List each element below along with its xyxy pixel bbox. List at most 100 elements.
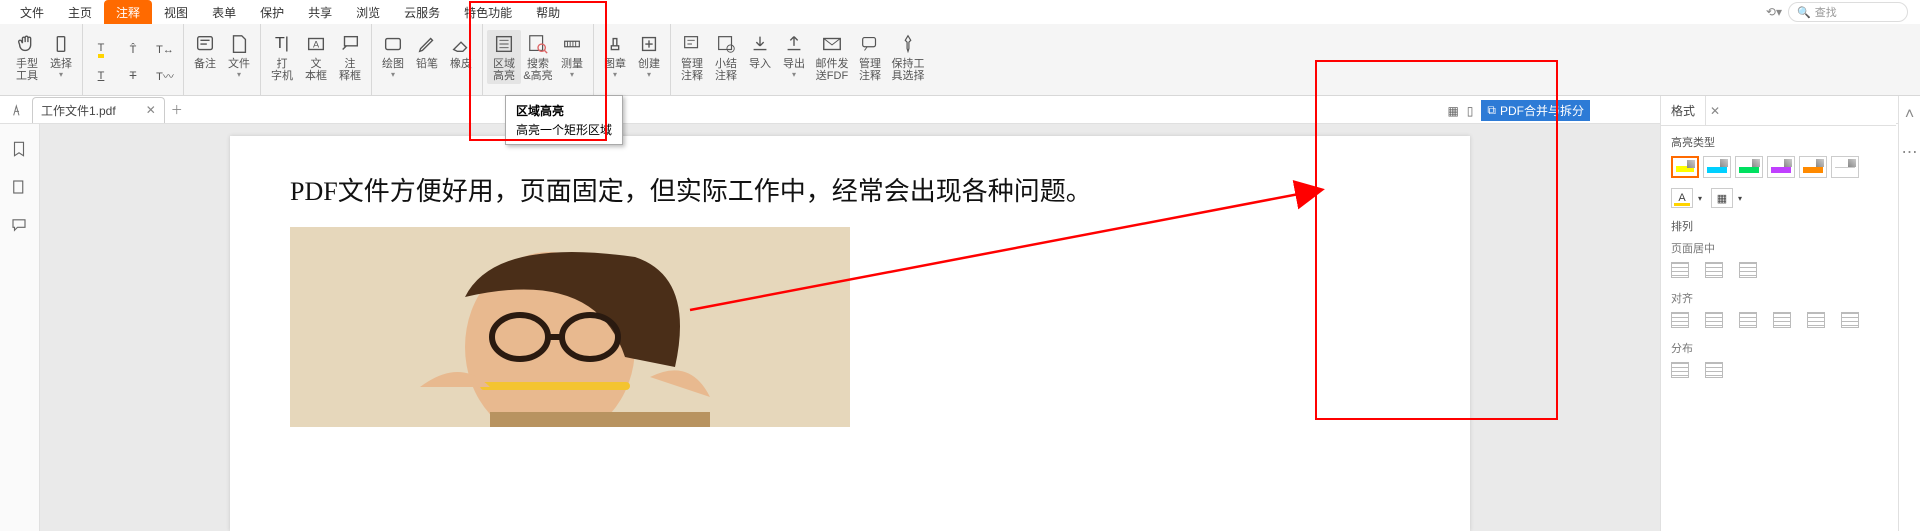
chevron-down-icon: ▾ [792, 70, 796, 79]
align-center-button[interactable] [1705, 312, 1723, 328]
textbox-button[interactable]: A 文 本框 [299, 30, 333, 84]
close-tab-icon[interactable]: ✕ [146, 103, 156, 117]
stamp-icon [603, 32, 627, 56]
align-bottom-button[interactable] [1841, 312, 1859, 328]
highlight-text-button[interactable]: T [87, 39, 115, 61]
mail-icon [820, 32, 844, 56]
menu-home[interactable]: 主页 [56, 0, 104, 24]
align-top-button[interactable] [1773, 312, 1791, 328]
measure-button[interactable]: 测量 ▾ [555, 30, 589, 81]
align-left-button[interactable] [1671, 312, 1689, 328]
menu-browse[interactable]: 浏览 [344, 0, 392, 24]
typewriter-button[interactable]: T| 打 字机 [265, 30, 299, 84]
right-collapse-bar: ˄ ⋯ [1898, 96, 1920, 531]
color-swatch-white[interactable] [1831, 156, 1859, 178]
replace-text-button[interactable]: T↔ [151, 39, 179, 61]
color-swatch-green[interactable] [1735, 156, 1763, 178]
menu-cloud[interactable]: 云服务 [392, 0, 452, 24]
format-panel: 格式 ✕ 高亮类型 A▾ ▦▾ 排列 页面居中 对齐 [1660, 96, 1896, 531]
color-swatch-cyan[interactable] [1703, 156, 1731, 178]
summary-icon [714, 32, 738, 56]
note-button[interactable]: 备注 [188, 30, 222, 72]
document-tab-title: 工作文件1.pdf [41, 102, 116, 119]
collapse-up-icon[interactable]: ˄ [1905, 106, 1914, 124]
comment-server-icon [858, 32, 882, 56]
insert-caret-button[interactable]: T̂ [119, 39, 147, 61]
document-tab-strip: 工作文件1.pdf ✕ ＋ [0, 96, 1920, 124]
align-middle-button[interactable] [1807, 312, 1825, 328]
start-page-icon[interactable] [6, 102, 32, 118]
strikeout-text-button[interactable]: T [119, 65, 147, 87]
hand-icon [15, 32, 39, 56]
summarize-button[interactable]: 小结 注释 [709, 30, 743, 84]
pages-panel-icon[interactable] [10, 178, 30, 198]
search-box[interactable]: 🔍 查找 [1788, 2, 1908, 22]
text-color-button[interactable]: A▾ [1671, 188, 1693, 208]
underline-text-button[interactable]: T [87, 65, 115, 87]
document-viewport[interactable]: PDF文件方便好用，页面固定，但实际工作中，经常会出现各种问题。 [40, 124, 1660, 531]
new-tab-button[interactable]: ＋ [171, 101, 183, 118]
close-panel-icon[interactable]: ✕ [1710, 104, 1720, 118]
hand-tool[interactable]: 手型 工具 [10, 30, 44, 84]
email-fdf-button[interactable]: 邮件发 送FDF [811, 30, 853, 84]
pin-icon [896, 32, 920, 56]
export-icon [782, 32, 806, 56]
cursor-icon [49, 32, 73, 56]
more-options-icon[interactable]: ⋯ [1902, 142, 1918, 162]
document-tab[interactable]: 工作文件1.pdf ✕ [32, 97, 165, 123]
select-tool[interactable]: 选择 ▾ [44, 30, 78, 81]
fill-color-button[interactable]: ▦▾ [1711, 188, 1733, 208]
menu-annotate[interactable]: 注释 [104, 0, 152, 24]
menu-help[interactable]: 帮助 [524, 0, 572, 24]
callout-icon [338, 32, 362, 56]
draw-button[interactable]: 绘图 ▾ [376, 30, 410, 81]
chevron-down-icon: ▾ [59, 70, 63, 79]
eraser-icon [449, 32, 473, 56]
comment-server-button[interactable]: 管理 注释 [853, 30, 887, 84]
menu-protect[interactable]: 保护 [248, 0, 296, 24]
center-both-button[interactable] [1739, 262, 1757, 278]
distribute-h-button[interactable] [1671, 362, 1689, 378]
area-highlight-button[interactable]: 区域 高亮 [487, 30, 521, 84]
comments-panel-icon[interactable] [10, 216, 30, 236]
menu-share[interactable]: 共享 [296, 0, 344, 24]
keep-tool-button[interactable]: 保持工 具选择 [887, 30, 929, 84]
distribute-v-button[interactable] [1705, 362, 1723, 378]
callout-button[interactable]: 注 释框 [333, 30, 367, 84]
create-icon [637, 32, 661, 56]
underline-icon: T [98, 70, 105, 82]
menu-view[interactable]: 视图 [152, 0, 200, 24]
thumbnail-view-icon[interactable]: ▦ [1447, 104, 1458, 118]
menu-features[interactable]: 特色功能 [452, 0, 524, 24]
color-swatch-orange[interactable] [1799, 156, 1827, 178]
center-v-button[interactable] [1705, 262, 1723, 278]
attachment-icon [227, 32, 251, 56]
export-button[interactable]: 导出 ▾ [777, 30, 811, 81]
align-right-button[interactable] [1739, 312, 1757, 328]
highlight-color-swatches [1671, 156, 1886, 178]
pdf-merge-split-button[interactable]: ⧉ PDF合并与拆分 [1481, 100, 1590, 121]
menu-file[interactable]: 文件 [8, 0, 56, 24]
left-sidebar [0, 124, 40, 531]
manage-comments-button[interactable]: 管理 注释 [675, 30, 709, 84]
eraser-button[interactable]: 橡皮 [444, 30, 478, 72]
squiggly-text-button[interactable]: T〰 [151, 65, 179, 87]
pencil-button[interactable]: 铅笔 [410, 30, 444, 72]
chevron-down-icon: ▾ [237, 70, 241, 79]
area-highlight-tooltip: 区域高亮 高亮一个矩形区域 [505, 95, 623, 145]
typewriter-icon: T| [270, 32, 294, 56]
import-button[interactable]: 导入 [743, 30, 777, 72]
format-tab[interactable]: 格式 [1661, 96, 1706, 125]
search-highlight-button[interactable]: 搜索 &高亮 [521, 30, 555, 84]
menu-form[interactable]: 表单 [200, 0, 248, 24]
color-swatch-yellow[interactable] [1671, 156, 1699, 178]
menu-bar: 文件 主页 注释 视图 表单 保护 共享 浏览 云服务 特色功能 帮助 ⟲▾ 🔍… [0, 0, 1920, 24]
center-h-button[interactable] [1671, 262, 1689, 278]
create-button[interactable]: 创建 ▾ [632, 30, 666, 81]
color-swatch-purple[interactable] [1767, 156, 1795, 178]
file-attach-button[interactable]: 文件 ▾ [222, 30, 256, 81]
single-page-icon[interactable]: ▯ [1467, 104, 1474, 118]
bookmark-panel-icon[interactable] [10, 140, 30, 160]
stamp-button[interactable]: 图章 ▾ [598, 30, 632, 81]
reflow-icon[interactable]: ⟲▾ [1766, 5, 1782, 19]
